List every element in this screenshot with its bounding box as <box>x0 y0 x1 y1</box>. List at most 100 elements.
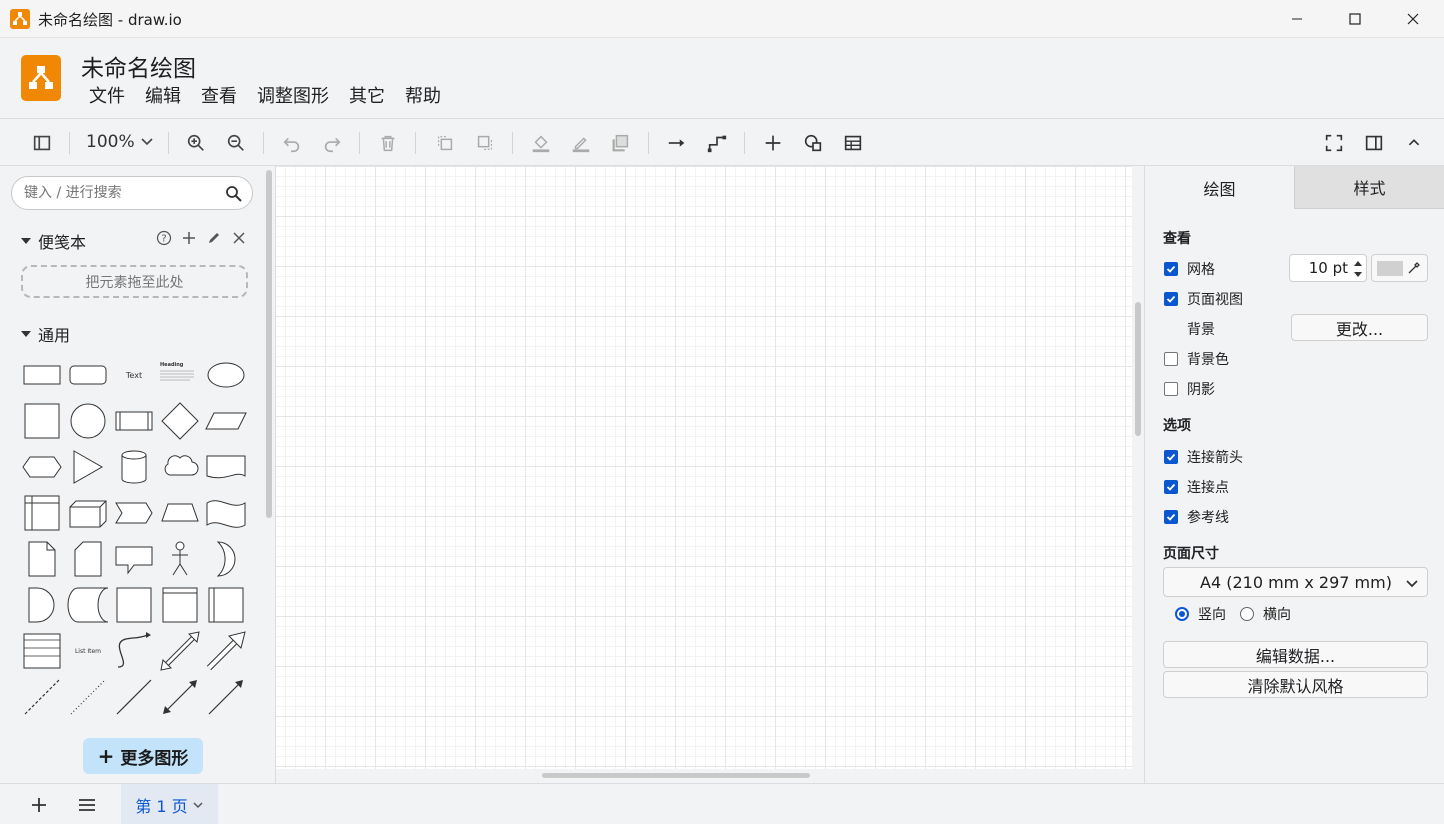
connection-points-checkbox[interactable]: 连接点 <box>1164 477 1229 497</box>
spinner-arrows-icon[interactable] <box>1352 258 1364 280</box>
shape-dotted-line[interactable] <box>66 675 110 719</box>
line-color-button[interactable] <box>568 130 594 156</box>
close-window-button[interactable] <box>1384 0 1442 38</box>
maximize-button[interactable] <box>1326 0 1384 38</box>
grid-size-input[interactable]: 10 pt <box>1289 254 1367 282</box>
redo-button[interactable] <box>319 130 345 156</box>
shape-document[interactable] <box>204 445 248 489</box>
pages-menu-button[interactable] <box>76 794 98 816</box>
shape-rounded-rectangle[interactable] <box>66 353 110 397</box>
page-view-checkbox[interactable]: 页面视图 <box>1164 289 1243 309</box>
shape-cube[interactable] <box>66 491 110 535</box>
sidebar-scrollbar[interactable] <box>266 170 272 518</box>
shape-cloud[interactable] <box>158 445 202 489</box>
shape-tape[interactable] <box>204 491 248 535</box>
shape-delay[interactable] <box>20 583 64 627</box>
to-back-button[interactable] <box>472 130 498 156</box>
to-front-button[interactable] <box>432 130 458 156</box>
page-size-select[interactable]: A4 (210 mm x 297 mm) <box>1163 567 1428 597</box>
shape-square[interactable] <box>20 399 64 443</box>
menu-help[interactable]: 帮助 <box>395 86 451 108</box>
zoom-out-button[interactable] <box>223 130 249 156</box>
tab-diagram[interactable]: 绘图 <box>1145 166 1294 209</box>
search-icon[interactable] <box>225 185 242 202</box>
menu-arrange[interactable]: 调整图形 <box>247 86 339 108</box>
tab-style[interactable]: 样式 <box>1294 166 1444 209</box>
chevron-down-icon[interactable] <box>192 800 204 810</box>
shape-callout[interactable] <box>112 537 156 581</box>
search-input[interactable] <box>24 183 214 203</box>
minimize-button[interactable] <box>1268 0 1326 38</box>
edit-data-button[interactable]: 编辑数据... <box>1163 641 1428 668</box>
format-panel-button[interactable] <box>1361 130 1387 156</box>
shape-container[interactable] <box>112 583 156 627</box>
shape-frame[interactable] <box>158 583 202 627</box>
shape-line[interactable] <box>112 675 156 719</box>
document-title[interactable]: 未命名绘图 <box>81 49 196 83</box>
menu-extras[interactable]: 其它 <box>339 86 395 108</box>
shape-ellipse[interactable] <box>204 353 248 397</box>
shape-card[interactable] <box>66 537 110 581</box>
shape-diamond[interactable] <box>158 399 202 443</box>
insert-button[interactable] <box>760 130 786 156</box>
edit-icon[interactable] <box>206 230 222 246</box>
shape-actor[interactable] <box>158 537 202 581</box>
shape-internal-storage[interactable] <box>20 491 64 535</box>
shape-bidirectional-arrow[interactable] <box>158 629 202 673</box>
grid-color-button[interactable] <box>1371 254 1428 282</box>
collapse-toolbar-button[interactable] <box>1401 130 1427 156</box>
shape-triangle[interactable] <box>66 445 110 489</box>
shape-text[interactable]: Text <box>112 353 156 397</box>
toggle-sidebar-button[interactable] <box>29 130 55 156</box>
fill-color-button[interactable] <box>528 130 554 156</box>
help-icon[interactable]: ? <box>156 230 172 246</box>
close-icon[interactable] <box>231 230 247 246</box>
undo-button[interactable] <box>279 130 305 156</box>
shape-note[interactable] <box>20 537 64 581</box>
zoom-in-button[interactable] <box>183 130 209 156</box>
shape-hexagon[interactable] <box>20 445 64 489</box>
shape-list-item[interactable]: List Item <box>66 629 110 673</box>
menu-view[interactable]: 查看 <box>191 86 247 108</box>
shape-data-storage[interactable] <box>66 583 110 627</box>
shape-circle[interactable] <box>66 399 110 443</box>
scratchpad-dropzone[interactable]: 把元素拖至此处 <box>21 265 248 298</box>
shape-or[interactable] <box>204 537 248 581</box>
background-color-checkbox[interactable]: 背景色 <box>1164 349 1229 369</box>
table-button[interactable] <box>840 130 866 156</box>
shape-curve[interactable] <box>112 629 156 673</box>
landscape-radio[interactable]: 横向 <box>1240 604 1291 624</box>
shape-rectangle[interactable] <box>20 353 64 397</box>
shape-process[interactable] <box>112 399 156 443</box>
plus-icon[interactable] <box>181 230 197 246</box>
delete-button[interactable] <box>375 130 401 156</box>
waypoints-button[interactable] <box>704 130 730 156</box>
change-background-button[interactable]: 更改... <box>1291 314 1428 341</box>
shape-directional-connector[interactable] <box>204 675 248 719</box>
shape-parallelogram[interactable] <box>204 399 248 443</box>
shape-bidirectional-connector[interactable] <box>158 675 202 719</box>
add-page-button[interactable] <box>28 794 50 816</box>
diagram-canvas[interactable] <box>276 166 1132 769</box>
connection-style-button[interactable] <box>664 130 690 156</box>
more-shapes-button[interactable]: + 更多图形 <box>83 738 203 774</box>
guides-checkbox[interactable]: 参考线 <box>1164 507 1229 527</box>
shape-textbox[interactable]: Heading <box>158 353 202 397</box>
shape-swimlane[interactable] <box>204 583 248 627</box>
grid-checkbox[interactable]: 网格 <box>1164 259 1215 279</box>
general-section-header[interactable]: 通用 <box>20 322 70 346</box>
canvas-vertical-scrollbar[interactable] <box>1135 302 1141 436</box>
zoom-dropdown[interactable]: 100% <box>86 132 153 152</box>
connection-arrows-checkbox[interactable]: 连接箭头 <box>1164 447 1243 467</box>
shape-cylinder[interactable] <box>112 445 156 489</box>
fullscreen-button[interactable] <box>1321 130 1347 156</box>
shadow-checkbox[interactable]: 阴影 <box>1164 379 1215 399</box>
canvas-horizontal-scrollbar[interactable] <box>542 773 810 778</box>
shape-dashed-line[interactable] <box>20 675 64 719</box>
shapes-button[interactable] <box>800 130 826 156</box>
portrait-radio[interactable]: 竖向 <box>1175 604 1226 624</box>
menu-edit[interactable]: 编辑 <box>135 86 191 108</box>
shape-trapezoid[interactable] <box>158 491 202 535</box>
shape-step[interactable] <box>112 491 156 535</box>
clear-default-style-button[interactable]: 清除默认风格 <box>1163 671 1428 698</box>
